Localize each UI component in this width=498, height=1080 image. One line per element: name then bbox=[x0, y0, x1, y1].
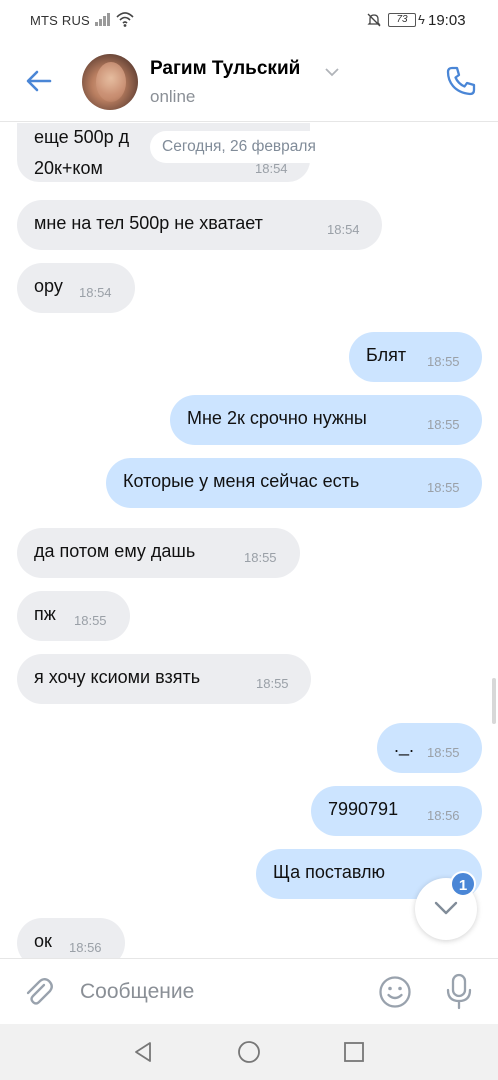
message-time: 18:56 bbox=[69, 940, 102, 955]
message-bubble-outgoing[interactable]: 7990791 18:56 bbox=[311, 786, 482, 836]
nav-recents-icon[interactable] bbox=[343, 1041, 365, 1063]
message-text: Ща поставлю bbox=[273, 862, 386, 882]
message-time: 18:55 bbox=[427, 417, 460, 432]
message-bubble-outgoing[interactable]: Блят 18:55 bbox=[349, 332, 482, 382]
message-bubble-outgoing[interactable]: Которые у меня сейчас есть 18:55 bbox=[106, 458, 482, 508]
message-time: 18:55 bbox=[427, 745, 460, 760]
paperclip-icon[interactable] bbox=[22, 975, 56, 1009]
message-bubble-incoming[interactable]: пж 18:55 bbox=[17, 591, 130, 641]
message-time: 18:54 bbox=[79, 285, 112, 300]
message-text: я хочу ксиоми взять bbox=[34, 667, 201, 687]
message-input[interactable] bbox=[66, 969, 366, 1015]
message-bubble-incoming[interactable]: да потом ему дашь 18:55 bbox=[17, 528, 300, 578]
message-text: ору bbox=[34, 276, 63, 296]
charging-icon: ϟ bbox=[418, 12, 425, 27]
message-time: 18:55 bbox=[427, 480, 460, 495]
date-divider: Сегодня, 26 февраля bbox=[150, 131, 328, 163]
message-text: Которые у меня сейчас есть bbox=[123, 471, 360, 491]
message-bubble-incoming[interactable]: ору 18:54 bbox=[17, 263, 135, 313]
microphone-icon[interactable] bbox=[444, 973, 474, 1011]
chevron-down-icon bbox=[434, 901, 458, 915]
message-time: 18:55 bbox=[244, 550, 277, 565]
avatar[interactable] bbox=[82, 54, 138, 110]
message-text: Мне 2к срочно нужны bbox=[187, 408, 367, 428]
message-bubble-incoming[interactable]: мне на тел 500р не хватает 18:54 bbox=[17, 200, 382, 250]
wifi-icon bbox=[116, 12, 134, 27]
system-nav-bar bbox=[0, 1024, 498, 1080]
message-time: 18:55 bbox=[74, 613, 107, 628]
message-text: 7990791 bbox=[328, 799, 399, 819]
signal-icon bbox=[95, 13, 113, 26]
status-bar: MTS RUS 73 ϟ 19:03 bbox=[0, 0, 498, 42]
message-list[interactable]: еще 500р д 20к+ком 18:54 Сегодня, 26 фев… bbox=[0, 123, 498, 958]
message-bubble-outgoing[interactable]: Мне 2к срочно нужны 18:55 bbox=[170, 395, 482, 445]
message-text: еще 500р д 20к+ком bbox=[34, 127, 130, 178]
arrow-left-icon[interactable] bbox=[22, 64, 56, 98]
message-time: 18:54 bbox=[327, 222, 360, 237]
message-bubble-incoming[interactable]: ок 18:56 bbox=[17, 918, 125, 958]
chat-header: Рагим Тульский online bbox=[0, 42, 498, 122]
message-bubble-incoming[interactable]: я хочу ксиоми взять 18:55 bbox=[17, 654, 311, 704]
battery-icon: 73 bbox=[388, 13, 416, 27]
message-text: пж bbox=[34, 604, 56, 624]
phone-icon[interactable] bbox=[444, 64, 478, 98]
contact-status: online bbox=[150, 87, 196, 106]
nav-home-icon[interactable] bbox=[237, 1040, 261, 1064]
composer-bar bbox=[0, 958, 498, 1024]
unread-badge: 1 bbox=[450, 871, 476, 897]
message-time: 18:54 bbox=[255, 161, 288, 176]
message-text: Блят bbox=[366, 345, 407, 365]
message-text: да потом ему дашь bbox=[34, 541, 196, 561]
message-time: 18:56 bbox=[427, 808, 460, 823]
chevron-down-icon[interactable] bbox=[325, 67, 339, 77]
nav-back-icon[interactable] bbox=[131, 1040, 155, 1064]
scrollbar[interactable] bbox=[492, 678, 496, 724]
carrier-label: MTS RUS bbox=[30, 13, 90, 28]
smiley-icon[interactable] bbox=[378, 975, 412, 1009]
message-time: 18:55 bbox=[427, 354, 460, 369]
clock: 19:03 bbox=[428, 12, 466, 29]
message-text: ._. bbox=[394, 736, 415, 756]
bell-muted-icon bbox=[367, 13, 381, 27]
contact-name[interactable]: Рагим Тульский bbox=[150, 58, 300, 80]
message-text: мне на тел 500р не хватает bbox=[34, 213, 263, 233]
message-time: 18:55 bbox=[256, 676, 289, 691]
message-bubble-outgoing[interactable]: ._. 18:55 bbox=[377, 723, 482, 773]
message-text: ок bbox=[34, 931, 52, 951]
